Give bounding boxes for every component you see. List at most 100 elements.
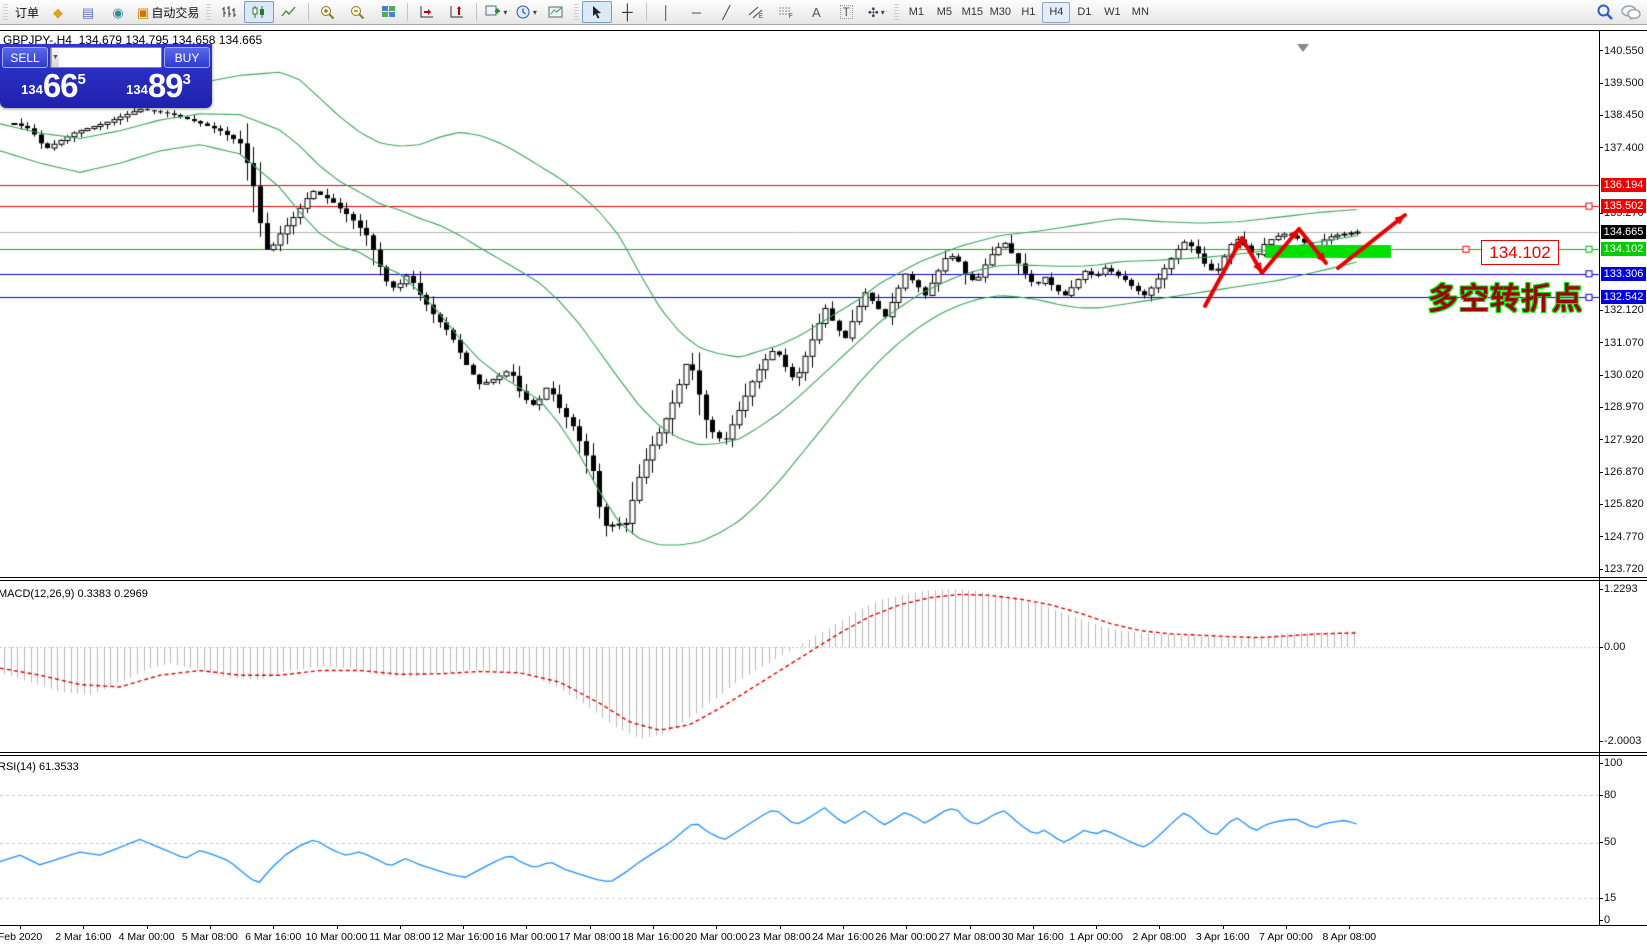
time-tick-mark xyxy=(1159,925,1160,929)
buy-price-button[interactable]: 134 89 3 xyxy=(107,69,210,102)
time-tick-mark xyxy=(20,925,21,929)
price-tick-mark xyxy=(1599,342,1603,343)
indicator-tick-label: 0.00 xyxy=(1604,641,1625,653)
indicator-tick-mark xyxy=(1599,763,1603,764)
price-badge-132.542: 132.542 xyxy=(1601,290,1646,304)
time-tick-label: 11 Mar 08:00 xyxy=(369,931,430,943)
buy-label: BUY xyxy=(175,51,200,65)
time-tick-mark xyxy=(463,925,464,929)
time-tick-mark xyxy=(1223,925,1224,929)
price-badge-134.665: 134.665 xyxy=(1601,225,1646,239)
chart-top-border xyxy=(0,30,1647,31)
time-tick-label: 17 Mar 08:00 xyxy=(559,931,621,943)
one-click-trade-panel: SELL ▼ ▲ BUY 134 66 5 134 89 3 xyxy=(0,44,212,108)
macd-label: MACD(12,26,9) 0.3383 0.2969 xyxy=(0,588,148,600)
time-tick-mark xyxy=(210,925,211,929)
chart-surface[interactable] xyxy=(0,0,1647,944)
indicator-tick-label: 50 xyxy=(1604,836,1616,848)
time-tick-label: 2 Mar 16:00 xyxy=(55,931,111,943)
price-tick-label: 128.970 xyxy=(1604,401,1644,413)
pane-separator[interactable] xyxy=(0,577,1647,578)
time-tick-label: 7 Apr 00:00 xyxy=(1259,931,1313,943)
price-tick-label: 139.500 xyxy=(1604,77,1644,89)
sell-price-button[interactable]: 134 66 5 xyxy=(2,69,105,102)
price-tick-mark xyxy=(1599,504,1603,505)
time-tick-label: 1 Apr 00:00 xyxy=(1069,931,1123,943)
time-tick-label: 23 Mar 08:00 xyxy=(749,931,811,943)
time-tick-mark xyxy=(400,925,401,929)
time-tick-label: 2 Apr 08:00 xyxy=(1133,931,1187,943)
price-note-box[interactable]: 134.102 xyxy=(1481,240,1559,265)
time-tick-mark xyxy=(1096,925,1097,929)
time-tick-label: 5 Mar 08:00 xyxy=(182,931,238,943)
sell-button[interactable]: SELL xyxy=(2,47,48,68)
time-tick-mark xyxy=(526,925,527,929)
price-tick-mark xyxy=(1599,407,1603,408)
time-tick-mark xyxy=(83,925,84,929)
time-tick-label: 18 Mar 16:00 xyxy=(622,931,684,943)
price-tick-label: 137.400 xyxy=(1604,142,1644,154)
indicator-tick-mark xyxy=(1599,589,1603,590)
time-tick-mark xyxy=(147,925,148,929)
price-tick-mark xyxy=(1599,375,1603,376)
time-tick-label: 6 Mar 16:00 xyxy=(245,931,301,943)
price-tick-label: 127.920 xyxy=(1604,434,1644,446)
sell-label: SELL xyxy=(10,51,39,65)
buy-button[interactable]: BUY xyxy=(164,47,210,68)
pane-separator[interactable] xyxy=(0,755,1647,756)
time-tick-mark xyxy=(843,925,844,929)
time-tick-mark xyxy=(780,925,781,929)
sell-price-figure: 134 xyxy=(21,82,43,97)
time-tick-label: 20 Mar 00:00 xyxy=(685,931,747,943)
indicator-tick-mark xyxy=(1599,920,1603,921)
price-axis-line xyxy=(1599,30,1600,925)
price-tick-label: 130.020 xyxy=(1604,369,1644,381)
turning-point-annotation[interactable]: 多空转折点 xyxy=(1428,274,1583,318)
sell-price-point: 5 xyxy=(78,71,86,88)
price-tick-mark xyxy=(1599,569,1603,570)
time-tick-label: Feb 2020 xyxy=(0,931,42,943)
price-tick-label: 123.720 xyxy=(1604,563,1644,575)
time-tick-label: 30 Mar 16:00 xyxy=(1002,931,1064,943)
time-tick-mark xyxy=(653,925,654,929)
price-tick-label: 132.120 xyxy=(1604,304,1644,316)
buy-price-pips: 89 xyxy=(148,69,183,102)
time-tick-label: 10 Mar 00:00 xyxy=(306,931,368,943)
volume-decrease-button[interactable]: ▼ xyxy=(51,48,59,67)
price-tick-mark xyxy=(1599,439,1603,440)
time-tick-mark xyxy=(970,925,971,929)
time-tick-label: 16 Mar 00:00 xyxy=(495,931,557,943)
pane-separator[interactable] xyxy=(0,752,1647,753)
price-badge-133.306: 133.306 xyxy=(1601,267,1646,281)
indicator-tick-label: 100 xyxy=(1604,757,1622,769)
time-tick-mark xyxy=(1349,925,1350,929)
rsi-label: RSI(14) 61.3533 xyxy=(0,761,79,773)
time-tick-mark xyxy=(906,925,907,929)
time-tick-label: 12 Mar 16:00 xyxy=(432,931,494,943)
volume-stepper: ▼ ▲ xyxy=(50,47,162,68)
time-tick-label: 8 Apr 08:00 xyxy=(1322,931,1376,943)
indicator-tick-mark xyxy=(1599,647,1603,648)
volume-input[interactable] xyxy=(59,48,162,67)
price-tick-mark xyxy=(1599,536,1603,537)
price-tick-mark xyxy=(1599,472,1603,473)
price-badge-135.502: 135.502 xyxy=(1601,199,1646,213)
time-tick-label: 24 Mar 16:00 xyxy=(812,931,874,943)
time-tick-mark xyxy=(590,925,591,929)
indicator-tick-mark xyxy=(1599,795,1603,796)
time-axis-line xyxy=(0,925,1647,926)
pane-separator[interactable] xyxy=(0,580,1647,581)
indicator-tick-mark xyxy=(1599,741,1603,742)
indicator-tick-mark xyxy=(1599,898,1603,899)
price-tick-mark xyxy=(1599,115,1603,116)
time-tick-mark xyxy=(1033,925,1034,929)
time-tick-mark xyxy=(716,925,717,929)
buy-price-figure: 134 xyxy=(126,82,148,97)
price-tick-mark xyxy=(1599,50,1603,51)
time-tick-label: 27 Mar 08:00 xyxy=(939,931,1001,943)
price-tick-label: 126.870 xyxy=(1604,466,1644,478)
buy-price-point: 3 xyxy=(183,71,191,88)
price-tick-label: 124.770 xyxy=(1604,531,1644,543)
time-tick-mark xyxy=(337,925,338,929)
price-badge-136.194: 136.194 xyxy=(1601,178,1646,192)
